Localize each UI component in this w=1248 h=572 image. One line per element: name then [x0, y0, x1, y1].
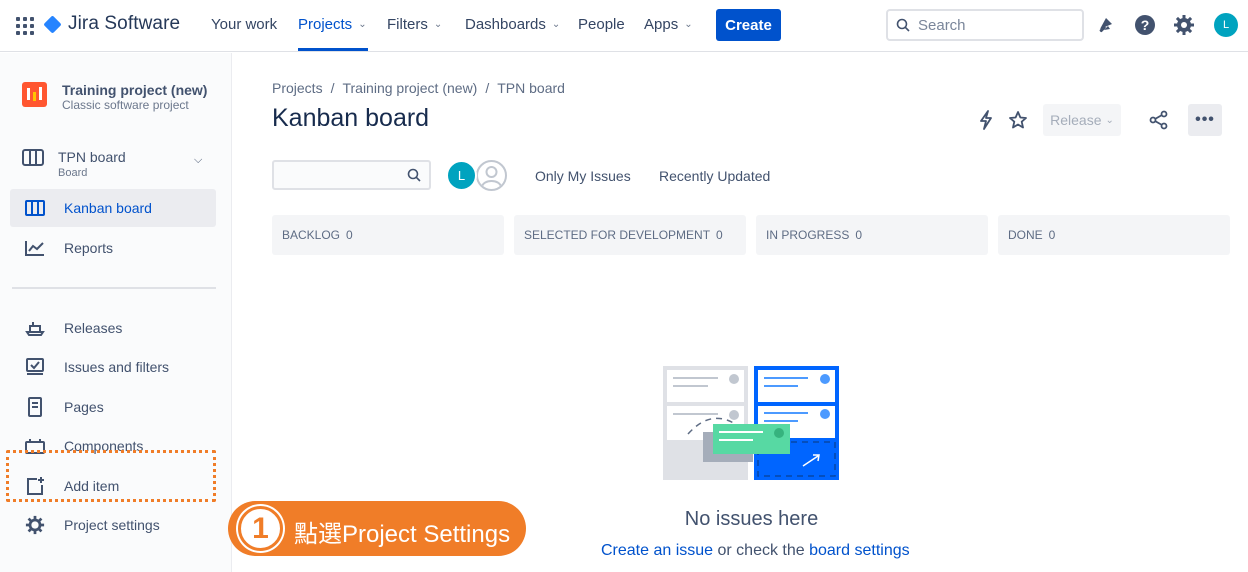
board-settings-link[interactable]: board settings [809, 542, 910, 559]
unassigned-avatar-filter[interactable] [476, 160, 507, 191]
search-icon [896, 18, 910, 32]
reports-icon [24, 240, 46, 256]
help-icon[interactable]: ? [1133, 13, 1157, 37]
sidebar-item-label: Reports [64, 240, 114, 256]
column-name: IN PROGRESS [766, 228, 850, 242]
column-header-in-progress: IN PROGRESS 0 [756, 215, 988, 255]
create-button[interactable]: Create [716, 9, 781, 41]
project-avatar-icon [22, 82, 47, 107]
column-count: 0 [346, 228, 353, 242]
nav-label: Your work [211, 16, 278, 33]
sidebar-item-pages[interactable]: Pages [10, 388, 216, 426]
person-icon [481, 166, 502, 188]
release-label: Release [1050, 112, 1102, 128]
breadcrumb-item[interactable]: Training project (new) [342, 80, 477, 96]
column-header-selected-for-development: SELECTED FOR DEVELOPMENT 0 [514, 215, 746, 255]
nav-filters[interactable]: Filters ⌄ [387, 16, 442, 33]
breadcrumb-item[interactable]: TPN board [497, 80, 565, 96]
nav-apps[interactable]: Apps ⌄ [644, 16, 693, 33]
assignee-avatar-filter[interactable]: L [446, 160, 477, 191]
empty-state-connector: or check the [713, 542, 810, 559]
column-name: SELECTED FOR DEVELOPMENT [524, 228, 711, 242]
empty-state-title: No issues here [684, 508, 819, 530]
issues-icon [24, 358, 46, 376]
share-icon[interactable] [1147, 108, 1171, 132]
column-header-done: DONE 0 [998, 215, 1230, 255]
search-icon [407, 168, 421, 182]
settings-icon[interactable] [1172, 13, 1196, 37]
sidebar-item-label: Issues and filters [64, 359, 170, 375]
ellipsis-icon: ••• [1195, 111, 1215, 128]
board-icon [22, 148, 44, 173]
nav-projects[interactable]: Projects ⌄ [298, 16, 367, 33]
sidebar-item-label: Releases [64, 320, 123, 336]
global-search-input[interactable]: Search [886, 9, 1084, 41]
app-switcher-icon[interactable] [16, 17, 34, 35]
user-avatar[interactable]: L [1214, 13, 1238, 37]
board-search-input[interactable] [272, 160, 431, 190]
nav-label: Apps [644, 16, 679, 33]
nav-label: Filters [387, 16, 428, 33]
sidebar-item-label: Kanban board [64, 200, 152, 216]
chevron-down-icon: ⌄ [1105, 114, 1114, 126]
sidebar-item-label: Pages [64, 399, 104, 415]
release-button[interactable]: Release ⌄ [1043, 104, 1121, 136]
top-navigation-bar: Jira Software Your work Projects ⌄ Filte… [0, 0, 1248, 52]
project-type: Classic software project [62, 98, 189, 112]
chevron-down-icon: ⌄ [433, 19, 443, 30]
automation-bolt-icon[interactable] [974, 108, 998, 132]
column-header-backlog: BACKLOG 0 [272, 215, 504, 255]
breadcrumb-separator: / [485, 80, 490, 96]
chevron-down-icon: ⌄ [684, 19, 693, 30]
create-issue-link[interactable]: Create an issue [601, 542, 713, 559]
jira-diamond-icon [43, 14, 62, 34]
board-type: Board [58, 167, 88, 179]
sidebar-item-releases[interactable]: Releases [10, 309, 216, 347]
recently-updated-filter[interactable]: Recently Updated [659, 168, 770, 184]
empty-state-message: Create an issue or check the board setti… [601, 542, 910, 560]
project-name: Training project (new) [62, 82, 208, 98]
column-count: 0 [855, 228, 863, 242]
breadcrumb: Projects / Training project (new) / TPN … [272, 80, 565, 96]
pages-icon [24, 397, 46, 417]
breadcrumb-item[interactable]: Projects [272, 80, 323, 96]
product-name: Jira Software [68, 13, 181, 34]
board-selector[interactable]: TPN board [58, 149, 126, 165]
kanban-icon [24, 200, 46, 216]
more-actions-button[interactable]: ••• [1188, 104, 1222, 136]
sidebar-item-issues-and-filters[interactable]: Issues and filters [10, 348, 216, 386]
nav-label: Projects [298, 16, 353, 33]
only-my-issues-filter[interactable]: Only My Issues [535, 168, 631, 184]
column-name: DONE [1008, 228, 1043, 242]
chevron-down-icon: ⌄ [358, 19, 367, 30]
star-icon[interactable] [1006, 108, 1030, 132]
nav-your-work[interactable]: Your work [211, 16, 277, 33]
column-count: 0 [716, 228, 723, 242]
sidebar-item-kanban-board[interactable]: Kanban board [10, 189, 216, 227]
nav-label: People [578, 16, 625, 33]
active-nav-indicator [298, 48, 368, 51]
notifications-icon[interactable] [1094, 13, 1118, 37]
chevron-down-icon: ⌄ [551, 19, 561, 30]
tutorial-highlight-box [6, 450, 216, 502]
svg-text:?: ? [1141, 17, 1150, 33]
empty-board-illustration [663, 366, 839, 480]
breadcrumb-separator: / [330, 80, 335, 96]
nav-people[interactable]: People [578, 16, 625, 33]
jira-logo[interactable]: Jira Software [43, 13, 181, 35]
releases-icon [24, 320, 46, 336]
sidebar-divider [12, 287, 216, 289]
chevron-down-icon[interactable]: ⌵ [194, 154, 202, 167]
page-title: Kanban board [272, 104, 430, 132]
column-count: 0 [1048, 228, 1056, 242]
nav-dashboards[interactable]: Dashboards ⌄ [465, 16, 560, 33]
search-placeholder: Search [918, 16, 966, 34]
nav-label: Dashboards [465, 16, 546, 33]
sidebar-item-reports[interactable]: Reports [10, 229, 216, 267]
column-name: BACKLOG [282, 228, 341, 242]
